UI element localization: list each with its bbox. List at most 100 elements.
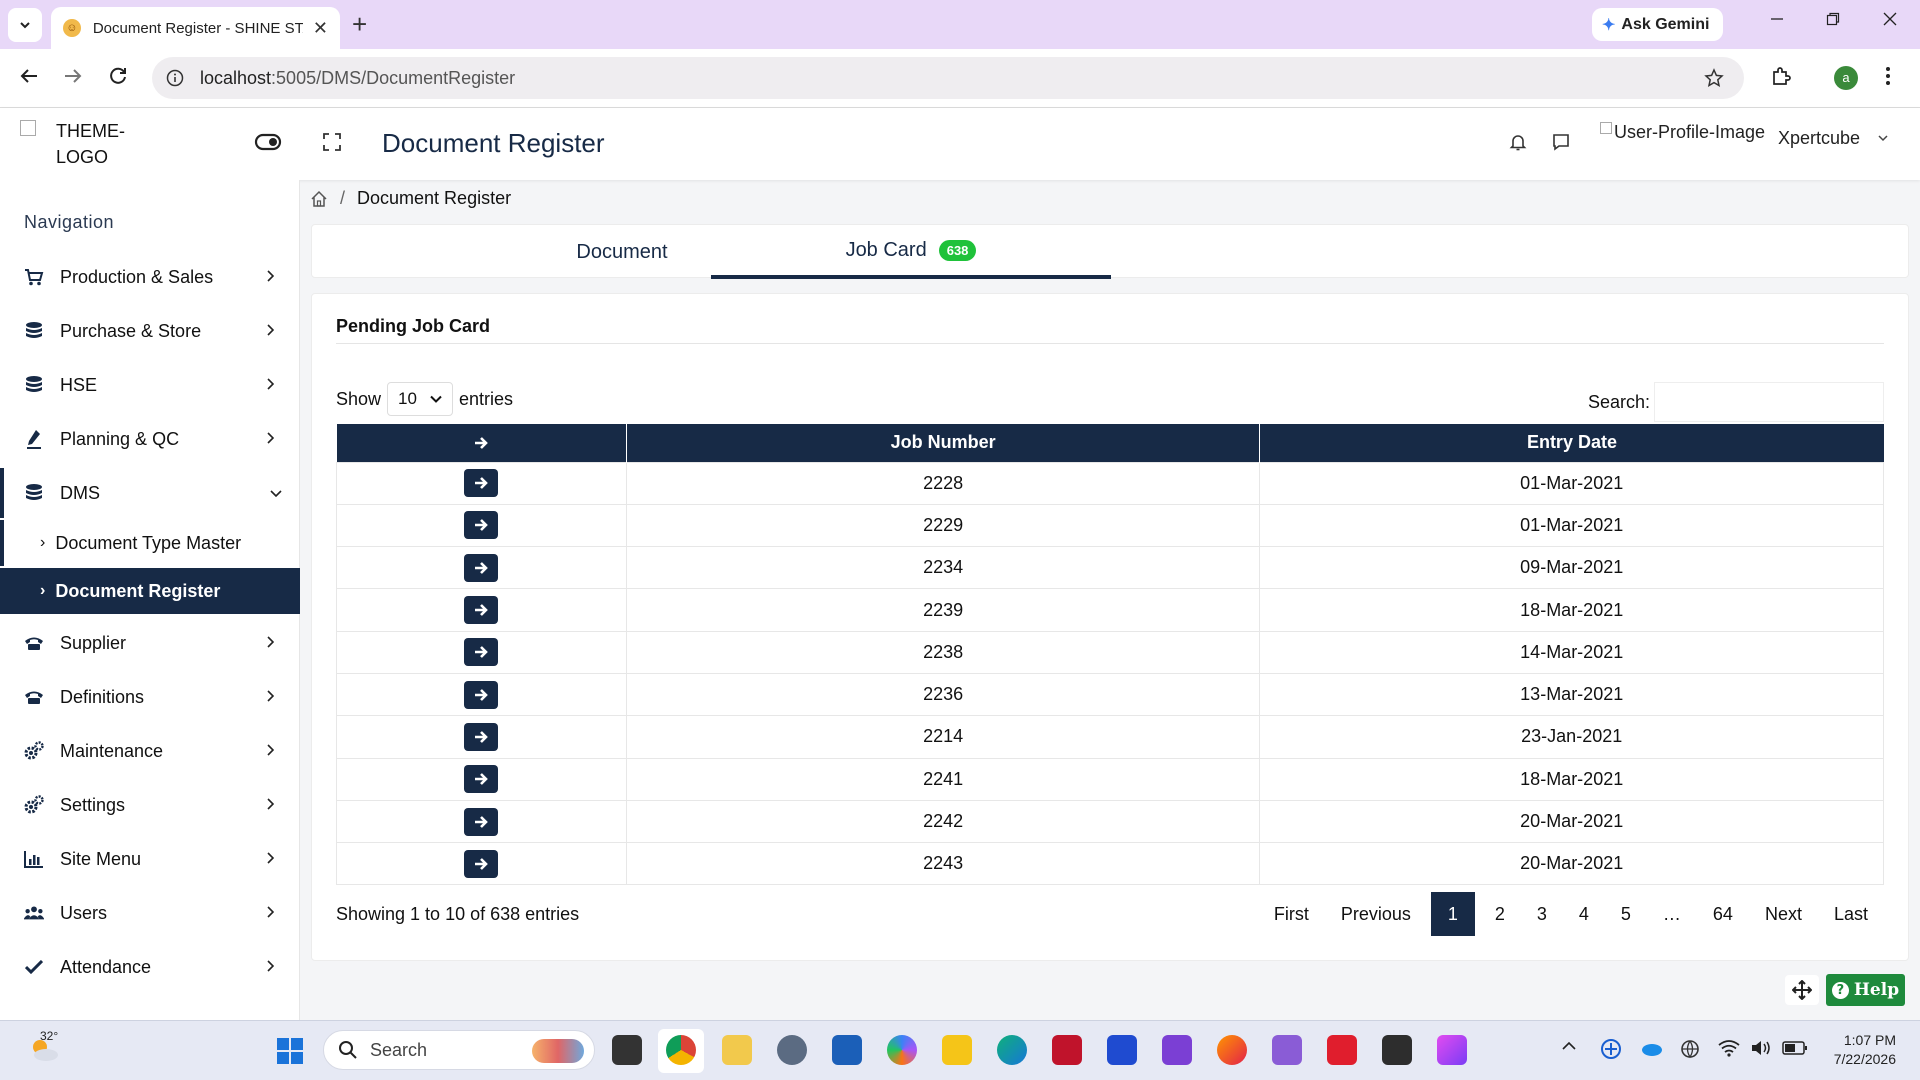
edge-icon[interactable] (997, 1035, 1027, 1065)
open-job-card-button[interactable] (464, 469, 499, 498)
restore-icon[interactable] (1826, 12, 1840, 26)
battery-icon[interactable] (1782, 1040, 1808, 1056)
minimize-icon[interactable] (1770, 12, 1784, 26)
page-1-button[interactable]: 1 (1430, 892, 1475, 936)
visual-studio-icon[interactable] (1272, 1035, 1302, 1065)
page-2-button[interactable]: 2 (1479, 892, 1521, 936)
page-next-button[interactable]: Next (1749, 892, 1818, 936)
wps-office-icon[interactable] (1327, 1035, 1357, 1065)
tab-job-card[interactable]: Job Card 638 (711, 225, 1111, 279)
entry-date-header[interactable]: Entry Date (1259, 424, 1884, 462)
taskbar-search[interactable]: Search (323, 1030, 595, 1070)
job-number-cell: 2229 (625, 503, 1261, 548)
page-3-button[interactable]: 3 (1521, 892, 1563, 936)
sidebar-item-purchase-store[interactable]: Purchase & Store (0, 306, 300, 356)
windows-start-icon[interactable] (276, 1037, 304, 1065)
tab-close-icon[interactable]: ✕ (313, 18, 328, 39)
network-globe-icon[interactable] (1680, 1039, 1702, 1059)
page-last-button[interactable]: Last (1818, 892, 1884, 936)
store-icon[interactable] (832, 1035, 862, 1065)
help-button[interactable]: ? Help (1826, 974, 1905, 1006)
forward-arrow-icon[interactable] (62, 65, 84, 87)
firefox-icon[interactable] (1217, 1035, 1247, 1065)
file-explorer-icon[interactable] (942, 1035, 972, 1065)
sidebar-item-definitions[interactable]: Definitions (0, 672, 300, 722)
open-job-card-button[interactable] (464, 553, 499, 582)
open-job-card-button[interactable] (464, 807, 499, 836)
chevron-right-icon (267, 270, 274, 282)
app-icon[interactable] (722, 1035, 752, 1065)
sidebar-item-maintenance[interactable]: Maintenance (0, 726, 300, 776)
new-tab-button[interactable]: + (352, 11, 367, 37)
page-previous-button[interactable]: Previous (1325, 892, 1427, 936)
open-job-card-button[interactable] (464, 765, 499, 794)
search-input[interactable] (1654, 382, 1884, 422)
sidebar-subitem-document-type-master[interactable]: › Document Type Master (0, 520, 300, 566)
chevron-up-icon[interactable] (1562, 1041, 1576, 1051)
open-job-card-button[interactable] (464, 849, 499, 878)
tray-app-icon[interactable] (1600, 1038, 1622, 1060)
close-window-icon[interactable] (1883, 12, 1897, 26)
sidebar-item-site-menu[interactable]: Site Menu (0, 834, 300, 884)
browser-toolbar: localhost:5005/DMS/DocumentRegister a (0, 49, 1920, 108)
chevron-right-icon (267, 744, 274, 756)
volume-icon[interactable] (1750, 1039, 1772, 1057)
mcafee-icon[interactable] (1052, 1035, 1082, 1065)
page-5-button[interactable]: 5 (1605, 892, 1647, 936)
weather-widget[interactable]: 32° (26, 1029, 62, 1067)
page-64-button[interactable]: 64 (1697, 892, 1749, 936)
reload-icon[interactable] (107, 65, 129, 87)
open-job-card-button[interactable] (464, 638, 499, 667)
tab-search-button[interactable] (8, 8, 42, 42)
sidebar-item-label: Supplier (60, 632, 127, 653)
back-arrow-icon[interactable] (18, 65, 40, 87)
task-view-icon[interactable] (612, 1035, 642, 1065)
sidebar-subitem-document-register[interactable]: › Document Register (0, 568, 300, 614)
sidebar-toggle-icon[interactable] (254, 132, 282, 152)
settings-gear-icon[interactable] (777, 1035, 807, 1065)
address-bar[interactable]: localhost:5005/DMS/DocumentRegister (152, 57, 1744, 99)
move-arrows-icon[interactable] (1785, 975, 1819, 1005)
sidebar-item-planning-qc[interactable]: Planning & QC (0, 414, 300, 464)
terminal-icon[interactable] (1382, 1035, 1412, 1065)
sidebar-item-users[interactable]: Users (0, 888, 300, 938)
sidebar-item-supplier[interactable]: Supplier (0, 618, 300, 668)
chat-message-icon[interactable] (1551, 132, 1571, 152)
sidebar-item-attendance[interactable]: Attendance (0, 942, 300, 992)
browser-menu-kebab-icon[interactable] (1884, 65, 1892, 87)
entry-date-cell: 01-Mar-2021 (1259, 503, 1884, 548)
job-number-header[interactable]: Job Number (626, 424, 1261, 462)
onedrive-cloud-icon[interactable] (1640, 1039, 1664, 1057)
user-profile-image[interactable]: User-Profile-Image (1600, 122, 1765, 143)
browser-profile-avatar[interactable]: a (1834, 66, 1858, 90)
app-icon[interactable] (1437, 1035, 1467, 1065)
sidebar-item-production-sales[interactable]: Production & Sales (0, 252, 300, 302)
open-job-card-button[interactable] (464, 596, 499, 625)
sidebar-item-settings[interactable]: Settings (0, 780, 300, 830)
sidebar-item-label: Settings (60, 794, 126, 815)
sidebar-item-hse[interactable]: HSE (0, 360, 300, 410)
extensions-puzzle-icon[interactable] (1770, 65, 1792, 87)
page-size-select[interactable]: 10 (387, 382, 454, 416)
app-icon[interactable] (1107, 1035, 1137, 1065)
fullscreen-icon[interactable] (322, 132, 342, 152)
open-job-card-button[interactable] (464, 511, 499, 540)
visual-studio-icon[interactable] (1162, 1035, 1192, 1065)
system-clock[interactable]: 1:07 PM 7/22/2026 (1826, 1031, 1896, 1069)
open-job-card-button[interactable] (464, 680, 499, 709)
page-4-button[interactable]: 4 (1563, 892, 1605, 936)
notification-bell-icon[interactable] (1508, 132, 1528, 152)
wifi-icon[interactable] (1718, 1039, 1740, 1057)
open-job-card-button[interactable] (464, 722, 499, 751)
action-column-header[interactable] (336, 424, 627, 462)
bookmark-star-icon[interactable] (1704, 68, 1724, 88)
sidebar-item-dms[interactable]: DMS (0, 468, 300, 518)
page-first-button[interactable]: First (1258, 892, 1325, 936)
site-info-icon[interactable] (166, 69, 184, 87)
chevron-down-icon[interactable] (1878, 134, 1888, 142)
browser-tab[interactable]: ☺ Document Register - SHINE STA ✕ (51, 7, 340, 49)
copilot-icon[interactable] (887, 1035, 917, 1065)
home-icon[interactable] (310, 190, 328, 208)
ask-gemini-button[interactable]: ✦ Ask Gemini (1592, 8, 1724, 41)
user-name[interactable]: Xpertcube (1778, 128, 1860, 149)
